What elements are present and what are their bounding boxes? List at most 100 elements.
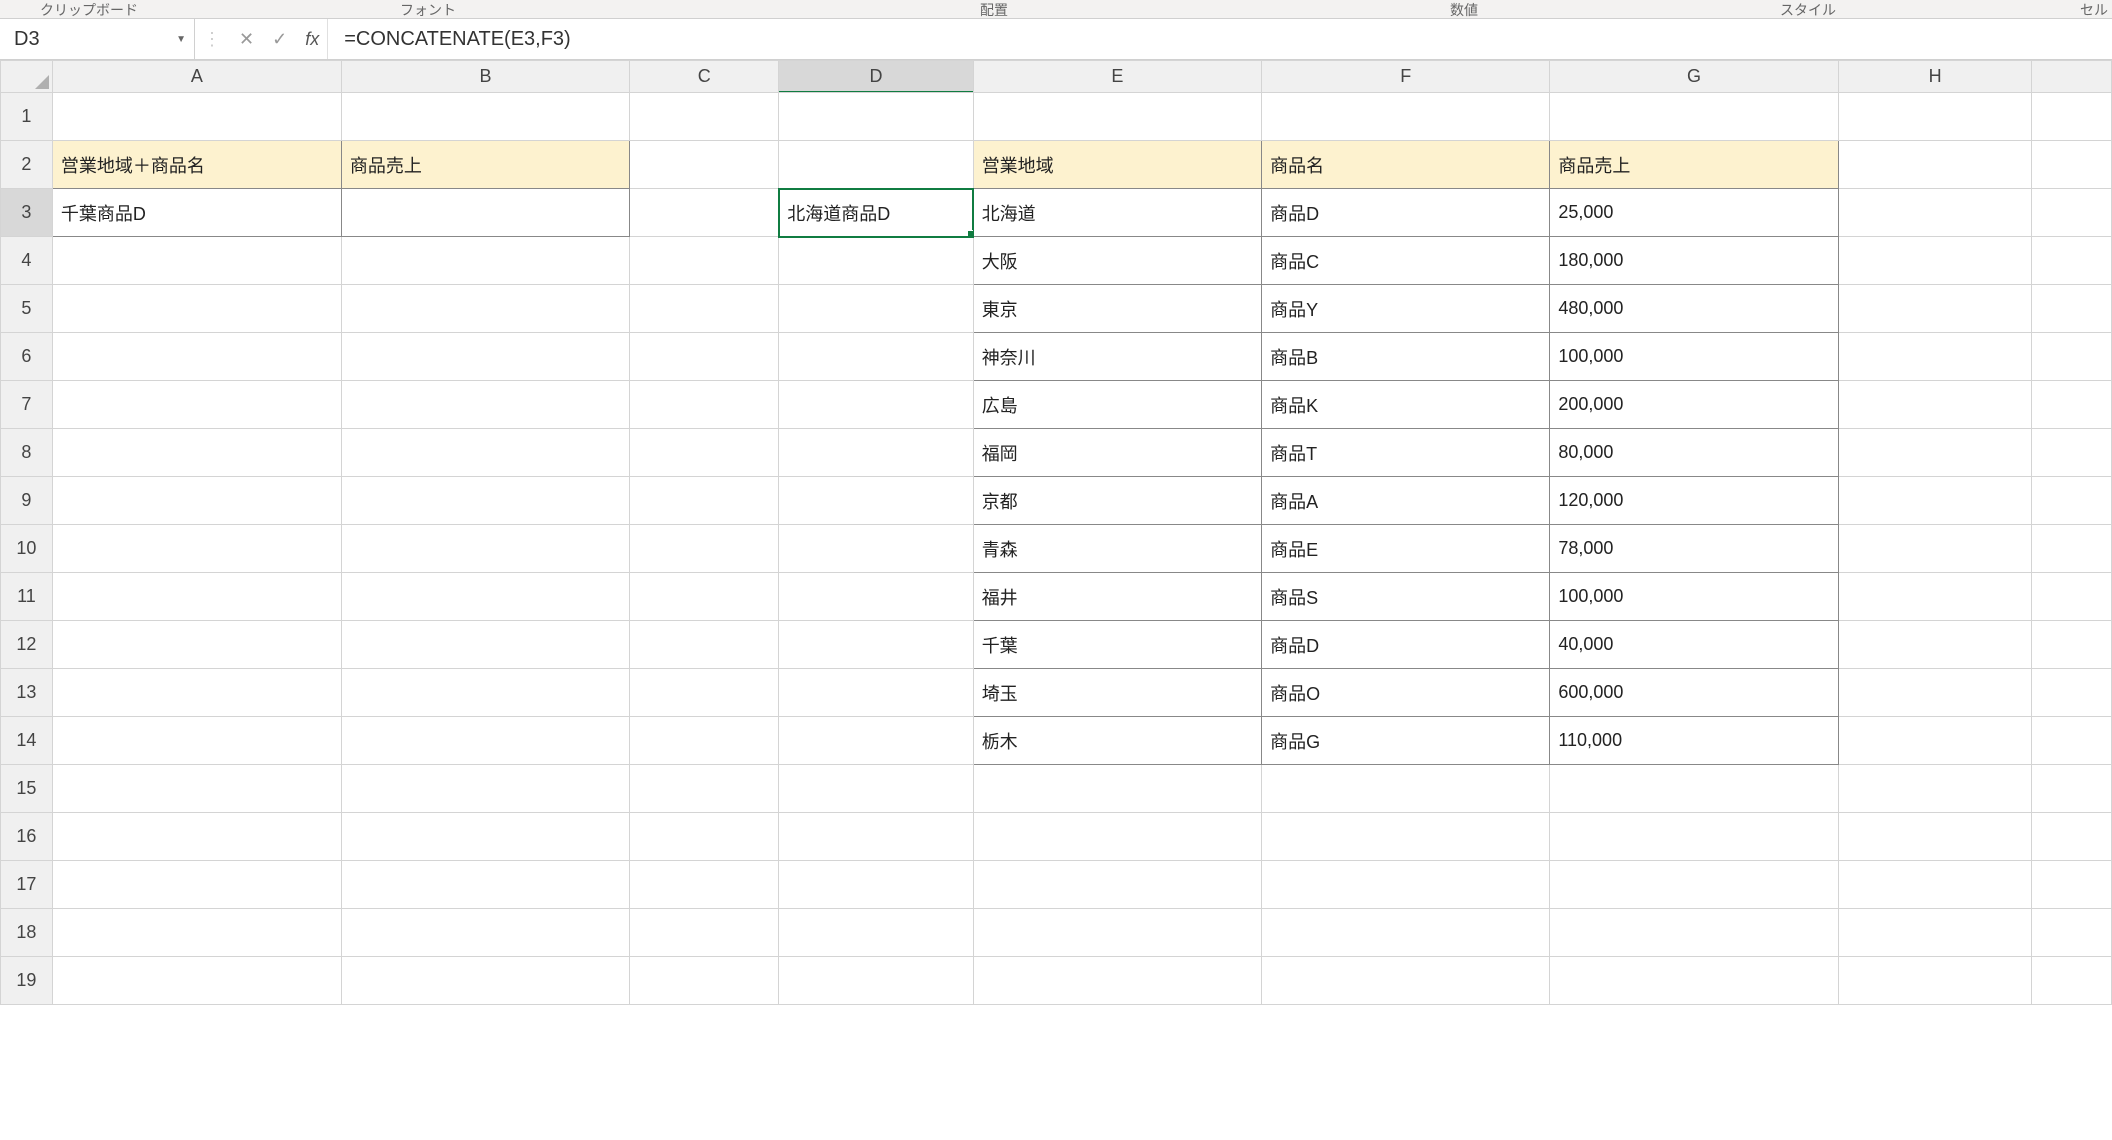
cell-H9[interactable] [1838, 477, 2032, 525]
cell-D8[interactable] [779, 429, 973, 477]
cell-G7[interactable]: 200,000 [1550, 381, 1838, 429]
cell-I17[interactable] [2032, 861, 2112, 909]
cell-D18[interactable] [779, 909, 973, 957]
select-all-corner[interactable] [1, 61, 53, 93]
row-header-17[interactable]: 17 [1, 861, 53, 909]
column-header-E[interactable]: E [973, 61, 1261, 93]
cell-A15[interactable] [52, 765, 341, 813]
cell-D3[interactable]: 北海道商品D [779, 189, 973, 237]
cell-B9[interactable] [341, 477, 629, 525]
cell-H3[interactable] [1838, 189, 2032, 237]
cell-E12[interactable]: 千葉 [973, 621, 1261, 669]
cell-G15[interactable] [1550, 765, 1838, 813]
row-header-10[interactable]: 10 [1, 525, 53, 573]
cell-A13[interactable] [52, 669, 341, 717]
row-header-8[interactable]: 8 [1, 429, 53, 477]
cell-H1[interactable] [1838, 93, 2032, 141]
cell-E3[interactable]: 北海道 [973, 189, 1261, 237]
cell-C19[interactable] [630, 957, 779, 1005]
cell-E17[interactable] [973, 861, 1261, 909]
cell-H14[interactable] [1838, 717, 2032, 765]
cell-I16[interactable] [2032, 813, 2112, 861]
cell-D10[interactable] [779, 525, 973, 573]
cell-A4[interactable] [52, 237, 341, 285]
cell-G1[interactable] [1550, 93, 1838, 141]
cell-D15[interactable] [779, 765, 973, 813]
cell-A14[interactable] [52, 717, 341, 765]
cell-A17[interactable] [52, 861, 341, 909]
cell-F15[interactable] [1262, 765, 1550, 813]
cancel-formula-icon[interactable]: ✕ [239, 29, 254, 50]
cell-A10[interactable] [52, 525, 341, 573]
cell-F7[interactable]: 商品K [1262, 381, 1550, 429]
row-header-5[interactable]: 5 [1, 285, 53, 333]
row-header-11[interactable]: 11 [1, 573, 53, 621]
cell-G9[interactable]: 120,000 [1550, 477, 1838, 525]
cell-B10[interactable] [341, 525, 629, 573]
row-header-4[interactable]: 4 [1, 237, 53, 285]
cell-F1[interactable] [1262, 93, 1550, 141]
cell-F8[interactable]: 商品T [1262, 429, 1550, 477]
cell-E8[interactable]: 福岡 [973, 429, 1261, 477]
cell-B15[interactable] [341, 765, 629, 813]
cell-I2[interactable] [2032, 141, 2112, 189]
row-header-7[interactable]: 7 [1, 381, 53, 429]
cell-B11[interactable] [341, 573, 629, 621]
column-header-B[interactable]: B [341, 61, 629, 93]
cell-A3[interactable]: 千葉商品D [52, 189, 341, 237]
cell-I6[interactable] [2032, 333, 2112, 381]
cell-F3[interactable]: 商品D [1262, 189, 1550, 237]
cell-A2[interactable]: 営業地域＋商品名 [52, 141, 341, 189]
cell-B8[interactable] [341, 429, 629, 477]
cell-E13[interactable]: 埼玉 [973, 669, 1261, 717]
cell-E15[interactable] [973, 765, 1261, 813]
row-header-18[interactable]: 18 [1, 909, 53, 957]
cell-B4[interactable] [341, 237, 629, 285]
column-header-H[interactable]: H [1838, 61, 2032, 93]
cell-E14[interactable]: 栃木 [973, 717, 1261, 765]
cell-A16[interactable] [52, 813, 341, 861]
cell-F2[interactable]: 商品名 [1262, 141, 1550, 189]
cell-F13[interactable]: 商品O [1262, 669, 1550, 717]
cell-F17[interactable] [1262, 861, 1550, 909]
cell-B3[interactable] [341, 189, 629, 237]
cell-F9[interactable]: 商品A [1262, 477, 1550, 525]
row-header-19[interactable]: 19 [1, 957, 53, 1005]
cell-D2[interactable] [779, 141, 973, 189]
cell-G11[interactable]: 100,000 [1550, 573, 1838, 621]
cell-D19[interactable] [779, 957, 973, 1005]
cell-H17[interactable] [1838, 861, 2032, 909]
cell-F12[interactable]: 商品D [1262, 621, 1550, 669]
cell-D13[interactable] [779, 669, 973, 717]
cell-G6[interactable]: 100,000 [1550, 333, 1838, 381]
cell-D12[interactable] [779, 621, 973, 669]
cell-H6[interactable] [1838, 333, 2032, 381]
cell-B19[interactable] [341, 957, 629, 1005]
cell-H13[interactable] [1838, 669, 2032, 717]
cell-H19[interactable] [1838, 957, 2032, 1005]
cell-I19[interactable] [2032, 957, 2112, 1005]
cell-C12[interactable] [630, 621, 779, 669]
row-header-12[interactable]: 12 [1, 621, 53, 669]
enter-formula-icon[interactable]: ✓ [272, 29, 287, 50]
cell-I13[interactable] [2032, 669, 2112, 717]
name-box-dropdown-icon[interactable]: ▼ [176, 34, 186, 45]
cell-D1[interactable] [779, 93, 973, 141]
cell-E11[interactable]: 福井 [973, 573, 1261, 621]
column-header-C[interactable]: C [630, 61, 779, 93]
cell-C5[interactable] [630, 285, 779, 333]
cell-E7[interactable]: 広島 [973, 381, 1261, 429]
cell-C1[interactable] [630, 93, 779, 141]
cell-I9[interactable] [2032, 477, 2112, 525]
cell-I5[interactable] [2032, 285, 2112, 333]
cell-A19[interactable] [52, 957, 341, 1005]
cell-D16[interactable] [779, 813, 973, 861]
cell-H12[interactable] [1838, 621, 2032, 669]
cell-G13[interactable]: 600,000 [1550, 669, 1838, 717]
cell-D6[interactable] [779, 333, 973, 381]
cell-B16[interactable] [341, 813, 629, 861]
cell-B17[interactable] [341, 861, 629, 909]
cell-E16[interactable] [973, 813, 1261, 861]
cell-G18[interactable] [1550, 909, 1838, 957]
cell-C18[interactable] [630, 909, 779, 957]
